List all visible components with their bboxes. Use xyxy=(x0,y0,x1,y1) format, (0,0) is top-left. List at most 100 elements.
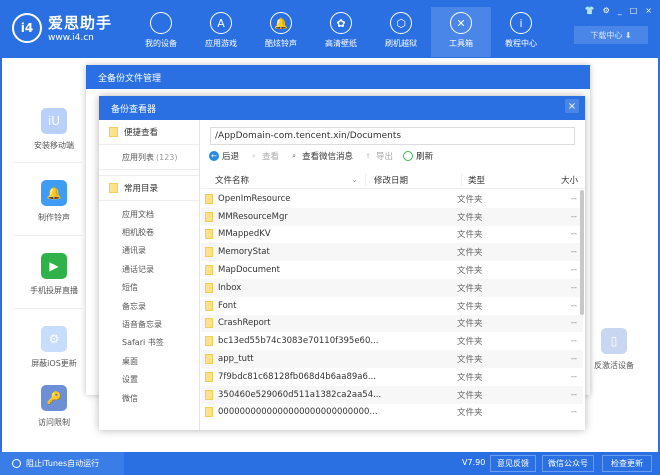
folder-icon xyxy=(205,265,213,276)
tool-make-ringtone[interactable]: 🔔 制作铃声 xyxy=(14,180,94,223)
item-label: 通讯录 xyxy=(122,246,146,256)
sidebar-item[interactable]: Safari 书签 xyxy=(99,334,199,352)
table-row[interactable]: CrashReport 文件夹 -- xyxy=(201,314,583,333)
folder-icon xyxy=(205,247,213,258)
table-row[interactable]: MMappedKV 文件夹 -- xyxy=(201,226,583,244)
column-date[interactable]: 修改日期 xyxy=(365,174,461,186)
file-name: app_tutt xyxy=(218,354,254,365)
nav-label: 我的设备 xyxy=(145,39,177,48)
refresh-button[interactable]: 刷新 xyxy=(403,150,433,162)
file-name: MemoryStat xyxy=(218,247,270,258)
table-row[interactable]: MemoryStat 文件夹 -- xyxy=(201,243,583,262)
wechat-official-button[interactable]: 微信公众号 xyxy=(542,455,594,472)
table-row[interactable]: 350460e529060d511a1382ca2aa54... 文件夹 -- xyxy=(201,385,583,404)
sidebar-item[interactable]: 通话记录 xyxy=(99,260,199,278)
table-row[interactable]: 0000000000000000000000000000... 文件夹 -- xyxy=(201,404,583,422)
tool-install-mobile[interactable]: iU 安装移动端 xyxy=(14,108,94,151)
table-row[interactable]: Font 文件夹 -- xyxy=(201,297,583,315)
dialog-title: 备份查看器 × xyxy=(99,96,585,120)
tool-screen-mirror[interactable]: ▶ 手机投屏直播 xyxy=(14,253,94,296)
item-label: Safari 书签 xyxy=(122,338,164,348)
scrollbar[interactable] xyxy=(580,190,584,315)
file-size: -- xyxy=(570,211,577,222)
back-button[interactable]: ← 后退 xyxy=(209,150,239,162)
tool-block-ios-update[interactable]: ⚙ 屏蔽iOS更新 xyxy=(14,326,94,369)
tool-label: 手机投屏直播 xyxy=(30,286,78,295)
play-icon: ▶ xyxy=(41,253,67,279)
nav-wallpapers[interactable]: ✿ 高清壁纸 xyxy=(311,7,371,57)
sidebar-item-app-list[interactable]: 应用列表 (123) xyxy=(99,145,199,170)
sidebar: 便捷查看 应用列表 (123) 常用目录 应用文档相机胶卷通讯录通话记录短信备忘录… xyxy=(99,120,200,430)
close-button[interactable]: × xyxy=(565,99,579,113)
tool-label: 屏蔽iOS更新 xyxy=(31,359,77,368)
file-type: 文件夹 xyxy=(457,319,483,330)
nav-my-device[interactable]: 我的设备 xyxy=(131,7,191,57)
nav-tutorials[interactable]: i 教程中心 xyxy=(491,7,551,57)
tool-access-restriction[interactable]: 🔑 访问限制 xyxy=(14,385,94,428)
table-row[interactable]: bc13ed55b74c3083e70110f395e60... 文件夹 -- xyxy=(201,332,583,350)
item-label: 相机胶卷 xyxy=(122,228,154,238)
view-button[interactable]: ⌕ 查看 xyxy=(249,150,279,163)
path-input[interactable]: /AppDomain-com.tencent.xin/Documents xyxy=(210,127,575,145)
sidebar-item[interactable]: 备忘录 xyxy=(99,297,199,315)
sidebar-item[interactable]: 短信 xyxy=(99,279,199,297)
chevron-down-icon[interactable]: ⌄ xyxy=(351,175,365,185)
sidebar-section-quick[interactable]: 便捷查看 xyxy=(99,120,199,145)
sidebar-item[interactable]: 桌面 xyxy=(99,352,199,370)
file-type: 文件夹 xyxy=(457,390,483,401)
nav-flash-jailbreak[interactable]: ⬡ 刷机越狱 xyxy=(371,7,431,57)
file-type: 文件夹 xyxy=(457,301,483,312)
feedback-button[interactable]: 意见反馈 xyxy=(490,455,536,472)
block-itunes-toggle[interactable]: 阻止iTunes自动运行 xyxy=(0,452,124,475)
table-row[interactable]: 7f9bdc81c68128fb068d4b6aa89a6... 文件夹 -- xyxy=(201,368,583,386)
sidebar-item[interactable]: 相机胶卷 xyxy=(99,223,199,241)
maximize-icon[interactable]: □ xyxy=(630,6,638,15)
divider xyxy=(14,308,82,309)
folder-icon xyxy=(205,282,213,293)
app-name: 爱思助手 xyxy=(48,14,113,32)
main-nav: 我的设备 A 应用游戏 🔔 酷炫铃声 ✿ 高清壁纸 ⬡ 刷机越狱 ✕ 工具箱 i 教程中心 xyxy=(131,0,551,57)
search-icon: ⌕ xyxy=(292,151,296,160)
i4-icon: iU xyxy=(41,108,67,134)
file-browser: /AppDomain-com.tencent.xin/Documents ← 后退… xyxy=(201,120,585,430)
folder-icon xyxy=(205,318,213,329)
view-wechat-button[interactable]: ⌕ 查看微信消息 xyxy=(289,150,353,163)
file-type: 文件夹 xyxy=(457,372,483,383)
table-row[interactable]: Inbox 文件夹 -- xyxy=(201,278,583,297)
sidebar-section-common[interactable]: 常用目录 xyxy=(99,176,199,201)
sidebar-item[interactable]: 应用文档 xyxy=(99,205,199,223)
item-label: 微信 xyxy=(122,393,138,403)
file-list: OpenImResource 文件夹 -- MMResourceMgr 文件夹 -- MMa… xyxy=(201,190,583,421)
status-bar: 阻止iTunes自动运行 V7.90 意见反馈 微信公众号 检查更新 xyxy=(0,452,660,475)
nav-label: 酷炫铃声 xyxy=(265,39,297,48)
column-size[interactable]: 大小 xyxy=(561,174,581,186)
export-button[interactable]: ⇪ 导出 xyxy=(363,150,393,162)
file-type: 文件夹 xyxy=(457,230,483,241)
skin-icon[interactable]: 👕 xyxy=(585,6,595,15)
table-row[interactable]: OpenImResource 文件夹 -- xyxy=(201,190,583,208)
nav-toolbox[interactable]: ✕ 工具箱 xyxy=(431,7,491,57)
sidebar-item[interactable]: 语音备忘录 xyxy=(99,315,199,333)
toggle-label: 阻止iTunes自动运行 xyxy=(26,459,100,468)
settings-icon[interactable]: ⚙ xyxy=(603,6,610,15)
file-size: -- xyxy=(570,407,577,418)
check-update-button[interactable]: 检查更新 xyxy=(602,455,652,472)
file-name: CrashReport xyxy=(218,318,271,329)
nav-apps[interactable]: A 应用游戏 xyxy=(191,7,251,57)
table-row[interactable]: MapDocument 文件夹 -- xyxy=(201,261,583,279)
close-icon[interactable]: × xyxy=(645,6,652,15)
table-row[interactable]: app_tutt 文件夹 -- xyxy=(201,350,583,368)
column-type[interactable]: 类型 xyxy=(461,174,561,186)
sidebar-item[interactable]: 微信 xyxy=(99,389,199,407)
table-row[interactable]: MMResourceMgr 文件夹 -- xyxy=(201,207,583,226)
nav-ringtones[interactable]: 🔔 酷炫铃声 xyxy=(251,7,311,57)
folder-icon xyxy=(205,407,213,418)
column-name[interactable]: 文件名称 xyxy=(201,174,351,186)
nav-label: 刷机越狱 xyxy=(385,39,417,48)
item-label: 短信 xyxy=(122,283,138,293)
sidebar-item[interactable]: 通讯录 xyxy=(99,242,199,260)
gear-icon: ⚙ xyxy=(41,326,67,352)
sidebar-item[interactable]: 设置 xyxy=(99,371,199,389)
download-center-button[interactable]: 下载中心 ⬇ xyxy=(574,26,648,44)
minimize-icon[interactable]: _ xyxy=(618,6,622,15)
